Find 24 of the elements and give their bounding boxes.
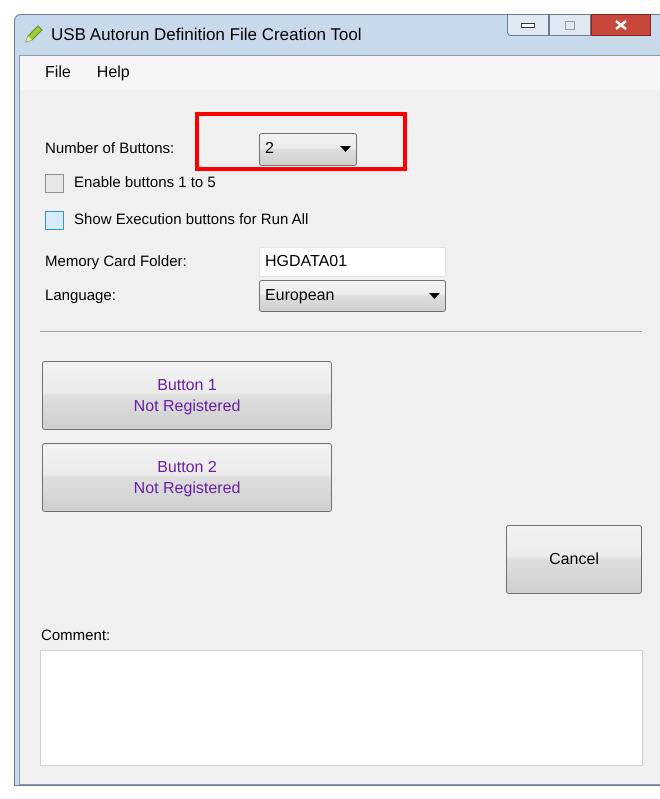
minimize-button[interactable] [507,14,549,36]
checkbox-label: Enable buttons 1 to 5 [74,172,216,193]
close-button[interactable] [591,14,651,36]
field-label: Number of Buttons: [45,138,176,159]
caret-icon [340,146,351,152]
menu-item[interactable]: File [20,61,84,85]
registration-button[interactable]: Button 1 Not Registered [42,361,332,430]
window-title: USB Autorun Definition File Creation Tool [51,24,362,46]
language-dropdown[interactable]: European [259,280,446,312]
close-icon [615,20,627,30]
cancel-button[interactable]: Cancel [506,525,642,594]
field-label: Language: [45,286,117,306]
registration-button[interactable]: Button 2 Not Registered [42,443,332,512]
comment-field[interactable] [40,650,643,766]
comment-label: Comment: [41,626,112,646]
caret-icon [429,293,440,299]
pencil-icon [23,25,43,45]
checkbox[interactable] [45,174,64,192]
menu-item[interactable]: Help [84,61,143,85]
checkbox[interactable] [45,210,64,230]
field-label: Memory Card Folder: [45,252,188,272]
checkbox-label: Show Execution buttons for Run All [74,210,308,230]
number-dropdown[interactable]: 2 [259,132,357,166]
folder-input-field[interactable]: HGDATA01 [259,247,446,277]
